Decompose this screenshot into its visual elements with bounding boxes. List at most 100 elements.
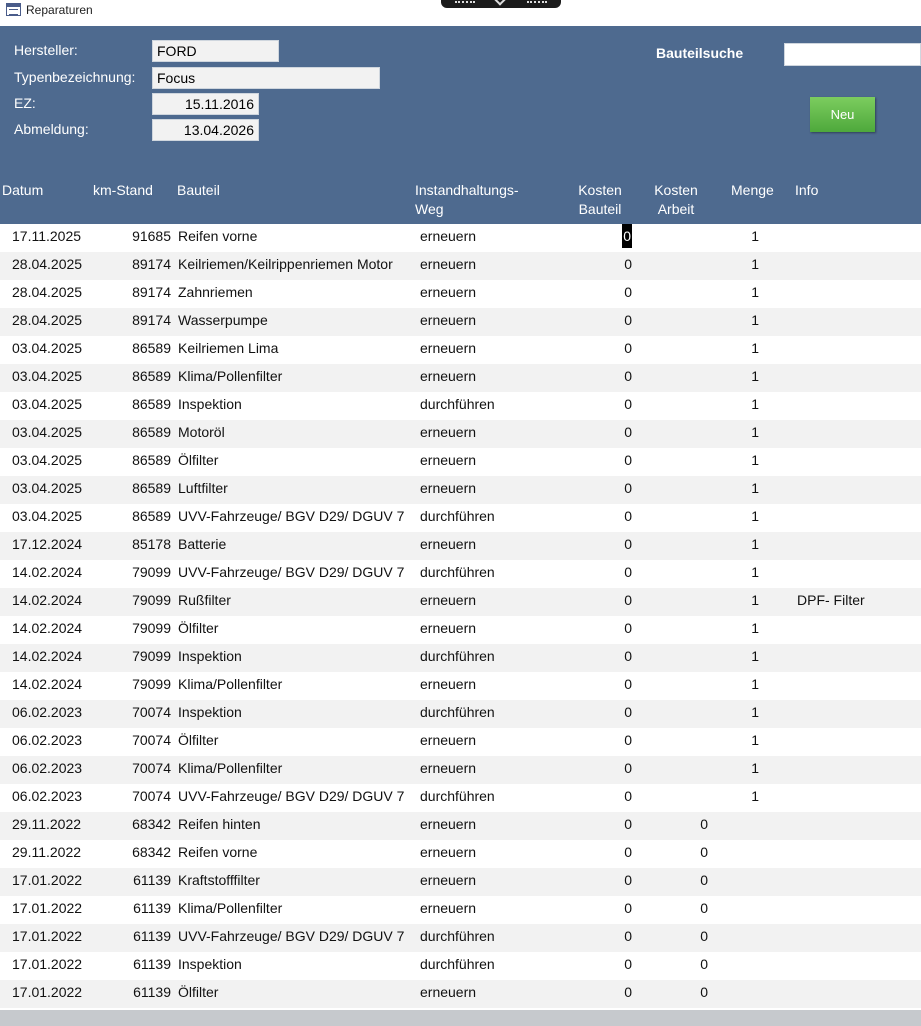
cell-weg[interactable]: durchführen	[420, 644, 570, 668]
cell-kosten-arbeit[interactable]: 0	[640, 924, 708, 948]
cell-km[interactable]: 61139	[88, 924, 171, 948]
cell-weg[interactable]: erneuern	[420, 336, 570, 360]
cell-menge[interactable]: 1	[700, 448, 759, 472]
cell-km[interactable]: 86589	[88, 364, 171, 388]
cell-km[interactable]: 79099	[88, 588, 171, 612]
table-row[interactable]: 14.02.2024 79099 Inspektion durchführen 0 1	[0, 644, 921, 672]
cell-km[interactable]: 70074	[88, 728, 171, 752]
cell-bauteil[interactable]: Ölfilter	[178, 980, 406, 1004]
cell-datum[interactable]: 17.01.2022	[12, 896, 87, 920]
table-row[interactable]: 28.04.2025 89174 Wasserpumpe erneuern 0 1	[0, 308, 921, 336]
cell-km[interactable]: 70074	[88, 700, 171, 724]
cell-kosten-bauteil[interactable]: 0	[560, 756, 632, 780]
cell-kosten-bauteil[interactable]: 0	[560, 700, 632, 724]
cell-bauteil[interactable]: Inspektion	[178, 952, 406, 976]
cell-km[interactable]: 86589	[88, 476, 171, 500]
cell-weg[interactable]: durchführen	[420, 504, 570, 528]
cell-datum[interactable]: 14.02.2024	[12, 672, 87, 696]
cell-weg[interactable]: durchführen	[420, 560, 570, 584]
cell-km[interactable]: 79099	[88, 616, 171, 640]
abmeldung-field[interactable]: 13.04.2026	[152, 119, 259, 141]
cell-weg[interactable]: erneuern	[420, 532, 570, 556]
cell-menge[interactable]: 1	[700, 644, 759, 668]
cell-km[interactable]: 68342	[88, 812, 171, 836]
cell-bauteil[interactable]: Klima/Pollenfilter	[178, 364, 406, 388]
cell-bauteil[interactable]: Rußfilter	[178, 588, 406, 612]
cell-info[interactable]: DPF- Filter	[797, 588, 917, 612]
navigation-handle[interactable]	[441, 0, 561, 8]
cell-bauteil[interactable]: Wasserpumpe	[178, 308, 406, 332]
cell-kosten-bauteil[interactable]: 0	[560, 336, 632, 360]
cell-km[interactable]: 61139	[88, 952, 171, 976]
cell-datum[interactable]: 03.04.2025	[12, 392, 87, 416]
cell-weg[interactable]: erneuern	[420, 756, 570, 780]
cell-km[interactable]: 61139	[88, 980, 171, 1004]
cell-datum[interactable]: 28.04.2025	[12, 252, 87, 276]
table-row[interactable]: 17.01.2022 61139 Klima/Pollenfilter erneuer…	[0, 896, 921, 924]
cell-bauteil[interactable]: Keilriemen/Keilrippenriemen Motor	[178, 252, 406, 276]
cell-datum[interactable]: 06.02.2023	[12, 784, 87, 808]
cell-weg[interactable]: erneuern	[420, 224, 570, 248]
table-row[interactable]: 06.02.2023 70074 Ölfilter erneuern 0 1	[0, 728, 921, 756]
cell-kosten-bauteil[interactable]: 0	[560, 252, 632, 276]
cell-kosten-bauteil[interactable]: 0	[560, 560, 632, 584]
cell-km[interactable]: 70074	[88, 784, 171, 808]
cell-datum[interactable]: 14.02.2024	[12, 644, 87, 668]
col-header-kosten-bauteil[interactable]: Kosten Bauteil	[570, 181, 630, 219]
cell-kosten-bauteil[interactable]: 0	[622, 224, 632, 248]
cell-kosten-bauteil[interactable]: 0	[560, 924, 632, 948]
cell-km[interactable]: 79099	[88, 560, 171, 584]
cell-km[interactable]: 89174	[88, 252, 171, 276]
cell-bauteil[interactable]: Reifen hinten	[178, 812, 406, 836]
cell-weg[interactable]: erneuern	[420, 728, 570, 752]
table-row[interactable]: 29.11.2022 68342 Reifen hinten erneuern 0 0	[0, 812, 921, 840]
cell-bauteil[interactable]: Klima/Pollenfilter	[178, 896, 406, 920]
cell-kosten-bauteil[interactable]: 0	[560, 280, 632, 304]
cell-datum[interactable]: 03.04.2025	[12, 448, 87, 472]
table-row[interactable]: 14.02.2024 79099 Klima/Pollenfilter erneuer…	[0, 672, 921, 700]
cell-menge[interactable]: 1	[700, 532, 759, 556]
table-row[interactable]: 17.01.2022 61139 UVV-Fahrzeuge/ BGV D29/ D…	[0, 924, 921, 952]
cell-bauteil[interactable]: Reifen vorne	[178, 840, 406, 864]
cell-weg[interactable]: erneuern	[420, 980, 570, 1004]
cell-km[interactable]: 91685	[88, 224, 171, 248]
cell-bauteil[interactable]: Kraftstofffilter	[178, 868, 406, 892]
table-row[interactable]: 29.11.2022 68342 Reifen vorne erneuern 0 0	[0, 840, 921, 868]
table-row[interactable]: 03.04.2025 86589 Motoröl erneuern 0 1	[0, 420, 921, 448]
cell-bauteil[interactable]: Motoröl	[178, 420, 406, 444]
cell-km[interactable]: 86589	[88, 448, 171, 472]
cell-datum[interactable]: 28.04.2025	[12, 308, 87, 332]
cell-km[interactable]: 79099	[88, 672, 171, 696]
cell-bauteil[interactable]: Keilriemen Lima	[178, 336, 406, 360]
cell-kosten-arbeit[interactable]: 0	[640, 868, 708, 892]
cell-datum[interactable]: 28.04.2025	[12, 280, 87, 304]
cell-datum[interactable]: 17.01.2022	[12, 980, 87, 1004]
table-row[interactable]: 03.04.2025 86589 UVV-Fahrzeuge/ BGV D29/ D…	[0, 504, 921, 532]
cell-km[interactable]: 85178	[88, 532, 171, 556]
cell-datum[interactable]: 17.01.2022	[12, 868, 87, 892]
bauteilsuche-input[interactable]	[784, 43, 921, 66]
cell-datum[interactable]: 29.11.2022	[12, 812, 87, 836]
cell-datum[interactable]: 17.11.2025	[12, 224, 87, 248]
cell-datum[interactable]: 03.04.2025	[12, 336, 87, 360]
cell-datum[interactable]: 29.11.2022	[12, 840, 87, 864]
cell-bauteil[interactable]: Ölfilter	[178, 448, 406, 472]
cell-menge[interactable]: 1	[700, 336, 759, 360]
cell-bauteil[interactable]: Klima/Pollenfilter	[178, 756, 406, 780]
cell-bauteil[interactable]: Reifen vorne	[178, 224, 406, 248]
cell-bauteil[interactable]: UVV-Fahrzeuge/ BGV D29/ DGUV 7	[178, 784, 406, 808]
cell-weg[interactable]: erneuern	[420, 280, 570, 304]
cell-menge[interactable]: 1	[700, 560, 759, 584]
table-row[interactable]: 03.04.2025 86589 Keilriemen Lima erneuern 0 1	[0, 336, 921, 364]
cell-weg[interactable]: erneuern	[420, 448, 570, 472]
col-header-info[interactable]: Info	[795, 181, 818, 200]
cell-kosten-bauteil[interactable]: 0	[560, 896, 632, 920]
cell-menge[interactable]: 1	[700, 784, 759, 808]
cell-bauteil[interactable]: Inspektion	[178, 392, 406, 416]
cell-datum[interactable]: 17.01.2022	[12, 952, 87, 976]
cell-kosten-arbeit[interactable]: 0	[640, 952, 708, 976]
cell-menge[interactable]: 1	[700, 392, 759, 416]
cell-menge[interactable]: 1	[700, 672, 759, 696]
cell-kosten-bauteil[interactable]: 0	[560, 840, 632, 864]
cell-kosten-bauteil[interactable]: 0	[560, 812, 632, 836]
